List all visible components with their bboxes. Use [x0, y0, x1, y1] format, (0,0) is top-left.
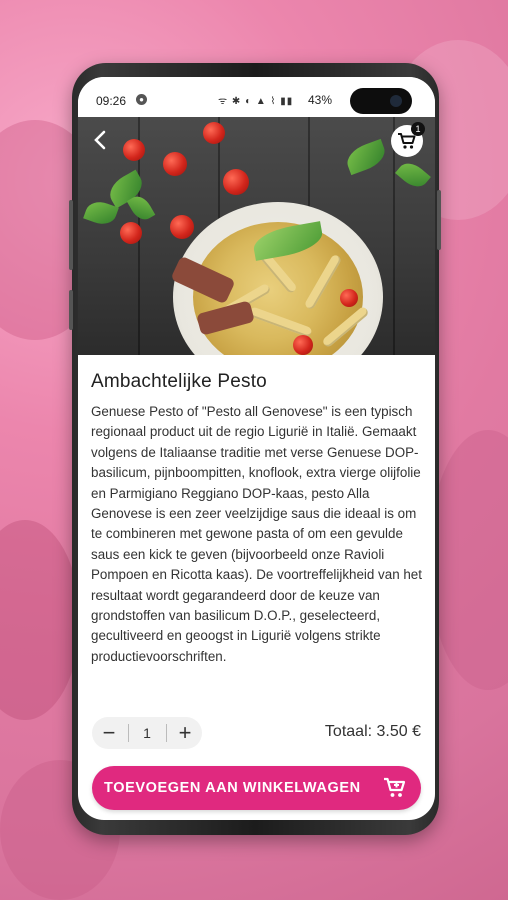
app-screen: 09:26 ● ᯤ ✱ ◐ ▲ ⌇ ▮▮ 43% 1 Ambachtelijke…: [78, 77, 435, 820]
wood-plank-line: [393, 117, 395, 355]
status-system-icons: ᯤ ✱ ◐ ▲ ⌇ ▮▮: [218, 96, 294, 107]
cherry-tomato: [163, 152, 187, 176]
decrease-quantity-button[interactable]: −: [92, 717, 126, 749]
background-shape: [0, 520, 80, 720]
status-time: 09:26: [96, 94, 127, 108]
cart-count-badge: 1: [411, 122, 425, 136]
increase-quantity-button[interactable]: +: [168, 717, 202, 749]
cherry-tomato: [120, 222, 142, 244]
background-shape: [428, 430, 508, 690]
add-to-cart-button[interactable]: TOEVOEGEN AAN WINKELWAGEN: [92, 766, 421, 810]
cherry-tomato: [293, 335, 313, 355]
stepper-divider: [128, 724, 129, 742]
product-image: 1: [78, 117, 435, 355]
basil-leaf: [395, 157, 431, 193]
quantity-value: 1: [143, 725, 151, 741]
app-notification-icon: ●: [136, 94, 147, 105]
cherry-tomato: [203, 122, 225, 144]
scroll-fade: [78, 685, 435, 707]
shopping-cart-button[interactable]: 1: [391, 122, 425, 157]
back-arrow-icon[interactable]: [86, 125, 116, 155]
phone-side-key: [437, 190, 441, 250]
phone-side-key: [69, 290, 73, 330]
basil-leaf: [343, 138, 389, 176]
product-description: Genuese Pesto of "Pesto all Genovese" is…: [91, 404, 422, 664]
cherry-tomato: [340, 289, 358, 307]
battery-level: 43%: [308, 93, 333, 107]
camera-cutout: [350, 88, 412, 114]
phone-side-key: [69, 200, 73, 270]
product-details[interactable]: Ambachtelijke Pesto Genuese Pesto of "Pe…: [78, 355, 435, 707]
quantity-stepper[interactable]: − 1 +: [92, 717, 202, 749]
status-bar: 09:26 ● ᯤ ✱ ◐ ▲ ⌇ ▮▮ 43%: [78, 77, 435, 117]
cherry-tomato: [123, 139, 145, 161]
cherry-tomato: [223, 169, 249, 195]
add-to-cart-label: TOEVOEGEN AAN WINKELWAGEN: [104, 780, 361, 796]
add-to-cart-icon: [384, 777, 406, 797]
product-title: Ambachtelijke Pesto: [91, 371, 267, 392]
total-price: Totaal: 3.50 €: [324, 723, 421, 740]
stepper-divider: [166, 724, 167, 742]
cherry-tomato: [170, 215, 194, 239]
